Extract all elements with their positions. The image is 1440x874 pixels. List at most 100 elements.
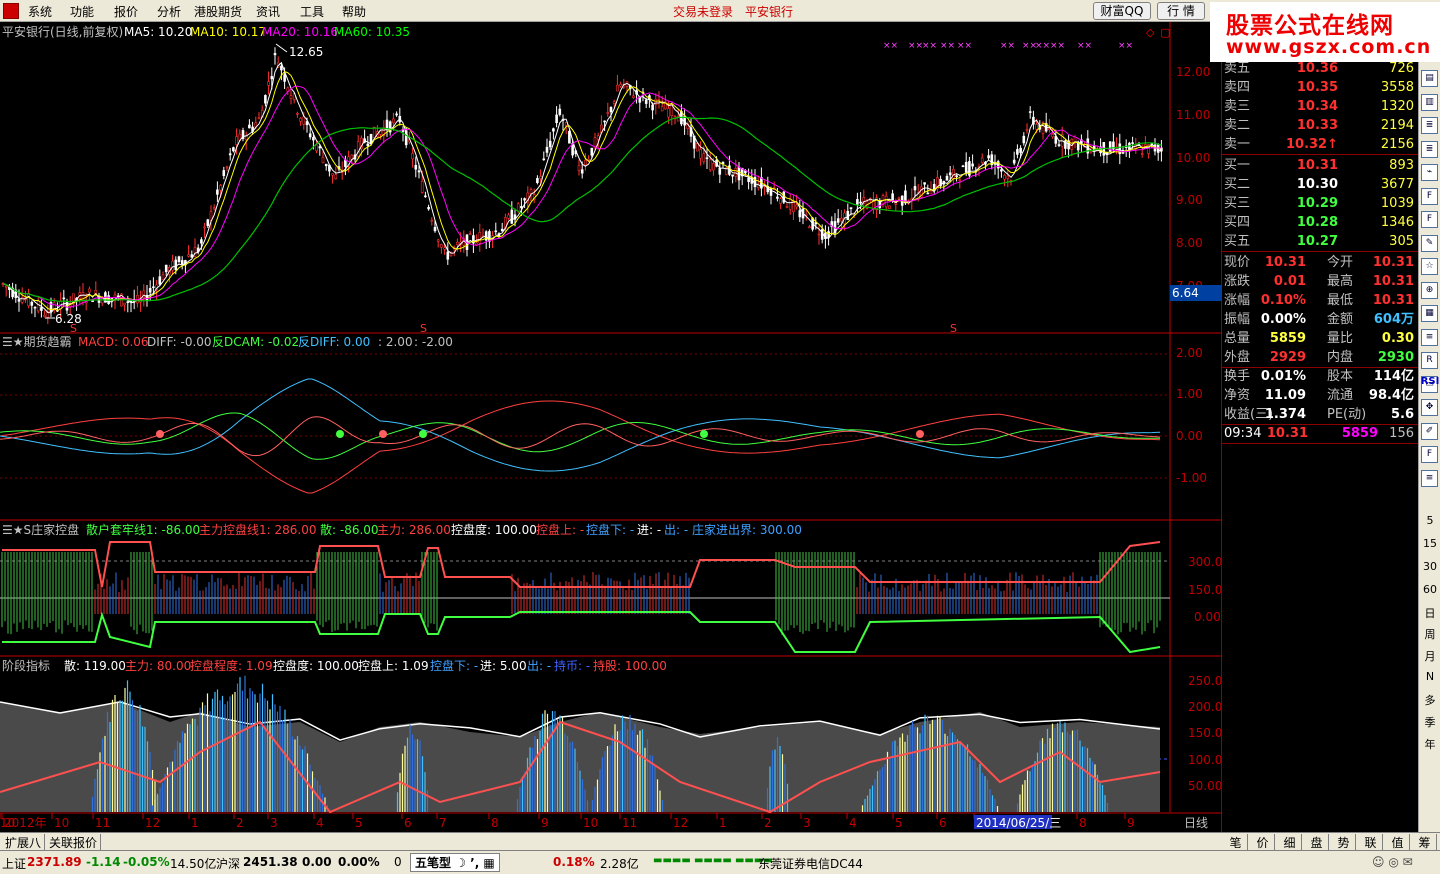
menu-function[interactable]: 功能 <box>70 3 94 20</box>
period-button[interactable]: 年 <box>1419 736 1440 752</box>
stat-row[interactable]: 总量 5859 量比 0.30 <box>1222 329 1418 348</box>
stat-value: 10.31 <box>1264 255 1306 270</box>
indicator2-name[interactable]: ☰★S庄家控盘 <box>2 522 79 537</box>
period-button[interactable]: 30 <box>1419 560 1440 573</box>
stat-row[interactable]: 收益(三) 1.374 PE(动) 5.6 <box>1222 405 1418 424</box>
quote-tab[interactable]: 筹 <box>1413 834 1437 851</box>
ask-row[interactable]: 卖四 10.35 3558 <box>1222 78 1418 97</box>
stat-row[interactable]: 外盘 2929 内盘 2930 <box>1222 348 1418 367</box>
list-icon[interactable]: ≡ <box>1421 469 1438 487</box>
wealth-qq-button[interactable]: 财富QQ <box>1093 2 1151 20</box>
candle-body <box>542 158 546 161</box>
menu-news[interactable]: 资讯 <box>256 3 280 20</box>
indicator3-y-axis: 250.0 200.0 150.0 100.0 50.00 <box>1188 674 1222 793</box>
pen-icon[interactable]: ✐ <box>1421 422 1438 440</box>
quote-tab[interactable]: 值 <box>1386 834 1410 851</box>
stage-retail: 散: 119.00 <box>64 658 126 673</box>
zoom-icon[interactable]: ⊕ <box>1421 281 1438 299</box>
chart-canvas[interactable]: 平安银行(日线,前复权) MA5: 10.20 MA10: 10.17 MA20… <box>0 22 1222 832</box>
quote-tab[interactable]: 细 <box>1278 834 1302 851</box>
list-icon[interactable]: ≡ <box>1421 328 1438 346</box>
candle-body <box>270 76 274 80</box>
app-logo-icon[interactable] <box>3 3 19 19</box>
ask-label: 卖二 <box>1224 118 1251 133</box>
x-tick-label: 1 <box>191 816 199 830</box>
stat-row[interactable]: 现价 10.31 今开 10.31 <box>1222 253 1418 272</box>
tick-row[interactable]: 09:34 10.31 5859 156 <box>1222 424 1418 443</box>
collapse-icon[interactable]: ▢ <box>1160 26 1170 39</box>
diamond-icon[interactable]: ◇ <box>1146 26 1155 39</box>
menu-system[interactable]: 系统 <box>28 3 52 20</box>
period-button[interactable]: 多 <box>1419 692 1440 708</box>
ime-mode: 五笔型 <box>415 856 452 870</box>
period-button[interactable]: 60 <box>1419 583 1440 596</box>
stat-value: 10.31 <box>1372 293 1414 308</box>
period-button[interactable]: N <box>1419 670 1440 683</box>
grid-icon[interactable]: ▦ <box>1421 305 1438 322</box>
candle-body <box>17 299 21 302</box>
f10-icon[interactable]: F <box>1421 211 1438 228</box>
status-icons[interactable]: ☺ ◎ ✉ <box>1372 855 1413 869</box>
menu-tools[interactable]: 工具 <box>300 3 324 20</box>
kline-icon[interactable]: ▥ <box>1421 93 1438 111</box>
crossover-marker <box>336 430 344 438</box>
bid-row[interactable]: 买三 10.29 1039 <box>1222 194 1418 213</box>
fs-icon[interactable]: F <box>1421 446 1438 463</box>
market-button[interactable]: 行 情 <box>1157 2 1205 20</box>
chart-area[interactable]: 平安银行(日线,前复权) MA5: 10.20 MA10: 10.17 MA20… <box>0 22 1222 832</box>
ime-bar[interactable]: 五笔型 ☽ ’, ▦ <box>410 853 500 872</box>
period-button[interactable]: 日 <box>1419 605 1440 621</box>
quote-tab[interactable]: 笔 <box>1224 834 1248 851</box>
indicator1-name[interactable]: ☰★期货趋霸 <box>2 334 72 349</box>
stat-row[interactable]: 净资 11.09 流通 98.4亿 <box>1222 386 1418 405</box>
trend-icon[interactable]: ⌁ <box>1421 164 1438 181</box>
y-tick-label: 150.0 <box>1188 583 1222 597</box>
ask-row[interactable]: 卖二 10.33 2194 <box>1222 116 1418 135</box>
indicator3-name[interactable]: 阶段指标 <box>2 658 50 673</box>
menu-hk-futures[interactable]: 港股期货 <box>194 3 242 20</box>
candle-body <box>606 112 610 114</box>
period-button[interactable]: RSI <box>1419 376 1440 387</box>
bid-row[interactable]: 买一 10.31 893 <box>1222 156 1418 175</box>
period-button[interactable]: 15 <box>1419 537 1440 550</box>
quote-tab[interactable]: 联 <box>1359 834 1383 851</box>
tab-extension-8[interactable]: 扩展八 <box>2 834 46 851</box>
x-tick-label: 6 <box>404 816 412 830</box>
period-button[interactable]: 周 <box>1419 626 1440 642</box>
stat-row[interactable]: 振幅 0.00% 金额 604万 <box>1222 310 1418 329</box>
dcam-curve <box>0 400 1161 494</box>
period-button[interactable]: 5 <box>1419 514 1440 527</box>
bid-row[interactable]: 买五 10.27 305 <box>1222 232 1418 251</box>
dealer-control-indicator <box>0 541 1170 654</box>
x-tick-label: 10 <box>583 816 598 830</box>
stat-row[interactable]: 涨幅 0.10% 最低 10.31 <box>1222 291 1418 310</box>
tab-related-quote[interactable]: 关联报价 <box>46 834 102 851</box>
bid-row[interactable]: 买二 10.30 3677 <box>1222 175 1418 194</box>
candle-body <box>1131 142 1134 144</box>
quote-tab[interactable]: 势 <box>1332 834 1356 851</box>
quote-tab[interactable]: 盘 <box>1305 834 1329 851</box>
pct-value: 0.18% <box>553 855 595 869</box>
star-icon[interactable]: ☆ <box>1421 258 1438 275</box>
list-icon[interactable]: ≣ <box>1421 117 1438 134</box>
period-button[interactable]: 月 <box>1419 648 1440 664</box>
bid-row[interactable]: 买四 10.28 1346 <box>1222 213 1418 232</box>
period-label[interactable]: 日线 <box>1184 816 1208 830</box>
stat-row[interactable]: 换手 0.01% 股本 114亿 <box>1222 367 1418 386</box>
period-button[interactable]: 季 <box>1419 714 1440 730</box>
f10-icon[interactable]: F <box>1421 187 1438 205</box>
menu-quote[interactable]: 报价 <box>114 3 138 20</box>
trade-status[interactable]: 交易未登录 <box>673 3 733 20</box>
ask-row[interactable]: 卖三 10.34 1320 <box>1222 97 1418 116</box>
stat-row[interactable]: 涨跌 0.01 最高 10.31 <box>1222 272 1418 291</box>
list-icon[interactable]: ≣ <box>1421 140 1438 158</box>
quote-tab[interactable]: 价 <box>1251 834 1275 851</box>
menu-analysis[interactable]: 分析 <box>157 3 181 20</box>
chart-icon[interactable]: ▤ <box>1421 70 1438 87</box>
rsi-icon[interactable]: R <box>1421 352 1438 369</box>
move-icon[interactable]: ✥ <box>1421 399 1438 416</box>
menu-help[interactable]: 帮助 <box>342 3 366 20</box>
ask-row[interactable]: 卖一 10.32↑ 2156 <box>1222 135 1418 154</box>
y-tick-label: 2.00 <box>1176 346 1203 360</box>
fs-icon[interactable]: ✎ <box>1421 234 1438 252</box>
